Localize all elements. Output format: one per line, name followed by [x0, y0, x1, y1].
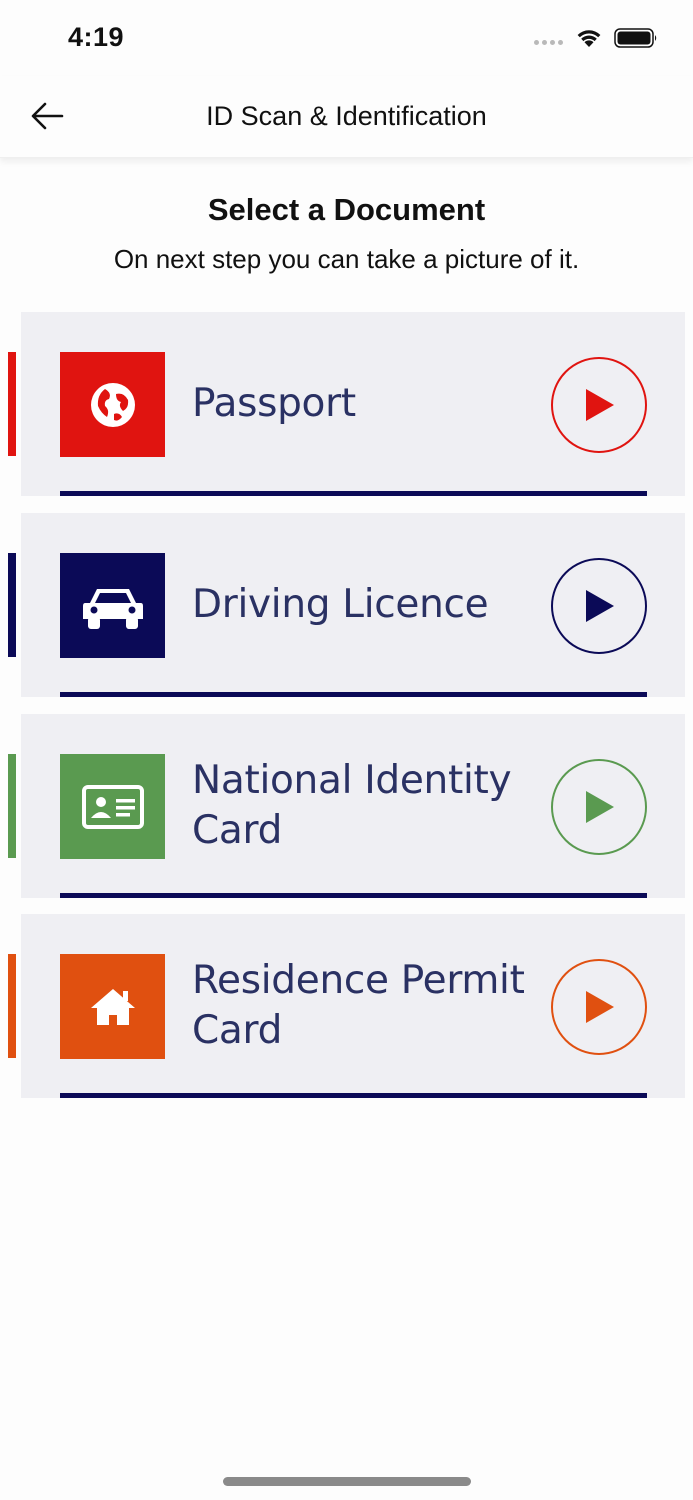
globe-icon	[90, 382, 135, 427]
play-icon	[586, 389, 614, 421]
document-label-line-1: Passport	[192, 381, 356, 426]
id-card-icon	[81, 784, 144, 829]
document-label-line-2: Card	[192, 1008, 283, 1053]
document-label: Residence Permit Card	[192, 956, 525, 1056]
status-bar: 4:19	[0, 0, 693, 76]
play-icon	[586, 590, 614, 622]
home-indicator[interactable]	[223, 1477, 471, 1486]
residence-permit-icon-box	[60, 954, 165, 1059]
car-icon	[82, 588, 143, 629]
card-underline	[60, 1093, 647, 1098]
home-icon	[90, 988, 135, 1025]
driving-licence-icon-box	[60, 553, 165, 658]
battery-icon	[614, 28, 657, 48]
document-label-line-2: Card	[192, 808, 283, 853]
section-subtitle: On next step you can take a picture of i…	[113, 244, 580, 274]
residence-permit-card-play-button[interactable]	[551, 959, 647, 1055]
national-identity-card-play-button[interactable]	[551, 759, 647, 855]
document-selection-header: Select a Document On next step you can t…	[0, 192, 693, 275]
driving-licence-play-button[interactable]	[551, 558, 647, 654]
document-label-line-1: National Identity	[192, 758, 512, 803]
card-underline	[60, 692, 647, 697]
national-identity-card-card[interactable]: National Identity Card	[8, 714, 685, 898]
passport-icon-box	[60, 352, 165, 457]
nav-title: ID Scan & Identification	[206, 101, 487, 131]
wifi-icon	[577, 30, 601, 47]
section-title: Select a Document	[207, 192, 486, 227]
status-time: 4:19	[68, 22, 125, 52]
document-label-line-1: Driving Licence	[192, 582, 489, 627]
driving-licence-card[interactable]: Driving Licence	[8, 513, 685, 697]
play-icon	[586, 791, 614, 823]
card-side-stripe	[8, 754, 16, 858]
residence-permit-card-card[interactable]: Residence Permit Card	[8, 914, 685, 1098]
document-label-line-1: Residence Permit	[192, 958, 525, 1003]
play-icon	[586, 991, 614, 1023]
national-identity-icon-box	[60, 754, 165, 859]
card-side-stripe	[8, 352, 16, 456]
passport-play-button[interactable]	[551, 357, 647, 453]
card-side-stripe	[8, 954, 16, 1058]
passport-card[interactable]: Passport	[8, 312, 685, 496]
card-underline	[60, 893, 647, 898]
card-side-stripe	[8, 553, 16, 657]
document-label: Driving Licence	[192, 580, 489, 630]
card-underline	[60, 491, 647, 496]
document-label: National Identity Card	[192, 756, 512, 856]
navigation-bar: ID Scan & Identification	[0, 76, 693, 158]
document-label: Passport	[192, 379, 356, 429]
cellular-signal-icon	[534, 40, 563, 45]
